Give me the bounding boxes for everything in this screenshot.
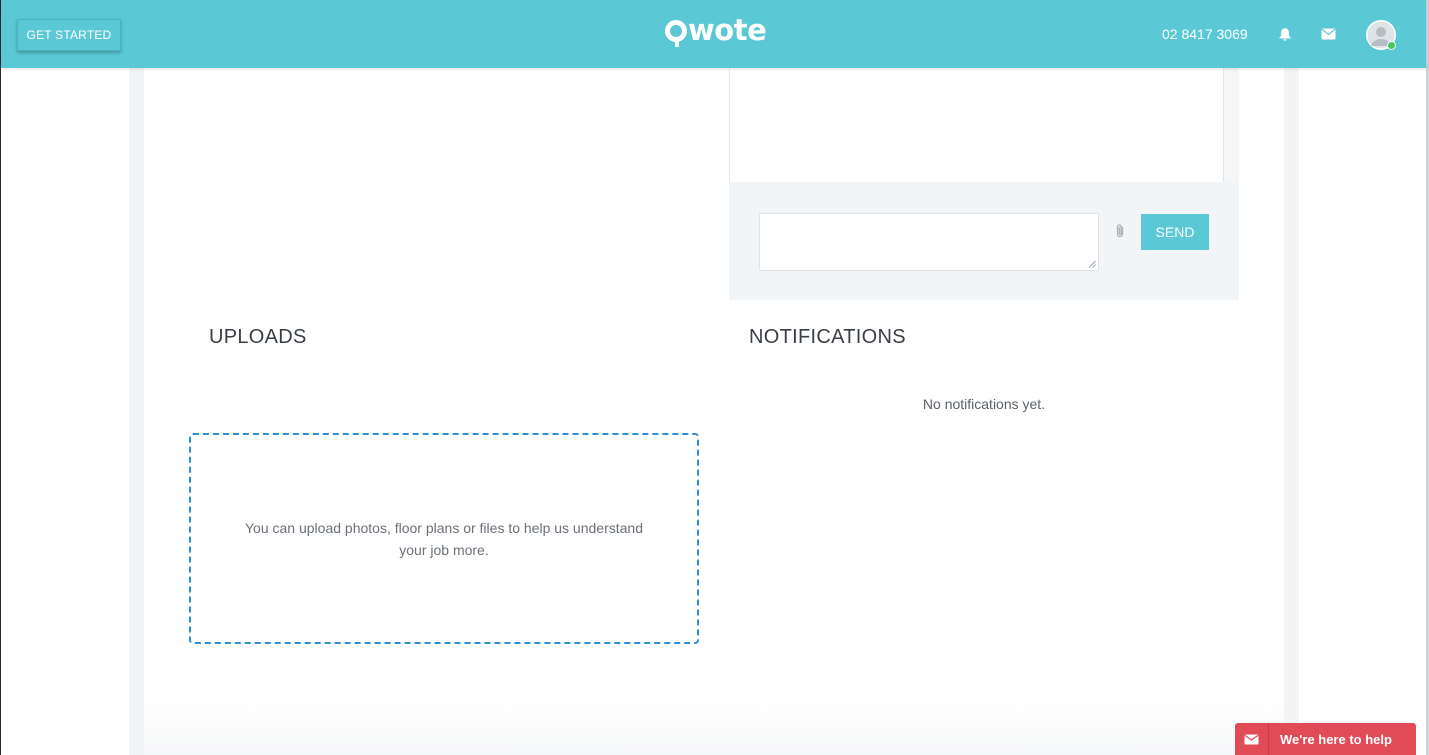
notifications-heading: NOTIFICATIONS — [749, 326, 906, 348]
help-icon-box — [1235, 723, 1269, 755]
paperclip-icon[interactable] — [1114, 223, 1126, 239]
notifications-empty-text: No notifications yet. — [922, 396, 1046, 412]
send-button[interactable]: SEND — [1141, 214, 1209, 250]
top-navigation-bar: GET STARTED wote 02 8417 3069 — [1, 0, 1426, 68]
chat-scrollbar[interactable] — [1224, 68, 1239, 182]
page: GET STARTED wote 02 8417 3069 SEND UPLOA… — [0, 0, 1429, 755]
logo-text: wote — [688, 13, 767, 47]
bell-icon[interactable] — [1278, 27, 1292, 42]
left-gutter — [129, 68, 144, 755]
resize-handle-icon[interactable] — [1088, 260, 1096, 268]
envelope-icon — [1244, 734, 1259, 744]
help-chat-widget[interactable]: We're here to help — [1235, 723, 1416, 755]
online-status-indicator — [1387, 41, 1396, 50]
upload-dropzone[interactable]: You can upload photos, floor plans or fi… — [189, 433, 699, 644]
chat-message-area[interactable] — [729, 68, 1224, 182]
dropzone-instructions: You can upload photos, floor plans or fi… — [245, 519, 643, 558]
uploads-heading: UPLOADS — [209, 326, 307, 348]
chat-compose-bar: SEND — [729, 182, 1239, 300]
bottom-fade — [144, 700, 1284, 755]
logo-q-mark — [665, 20, 687, 47]
right-gutter — [1284, 68, 1299, 755]
qwote-logo[interactable]: wote — [665, 13, 767, 47]
mail-icon[interactable] — [1321, 28, 1336, 40]
message-input[interactable] — [759, 213, 1099, 271]
help-widget-label: We're here to help — [1280, 731, 1392, 747]
phone-number[interactable]: 02 8417 3069 — [1162, 26, 1248, 42]
get-started-button[interactable]: GET STARTED — [17, 19, 121, 51]
